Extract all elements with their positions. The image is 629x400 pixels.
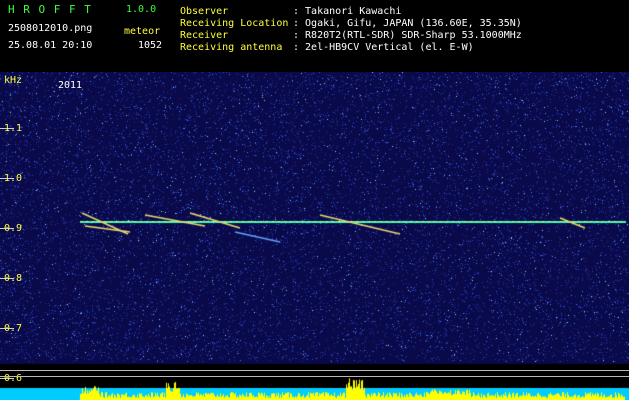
- y-axis-unit: kHz: [4, 75, 23, 86]
- location-label: Receiving Location: [180, 18, 289, 29]
- antenna-label: Receiving antenna: [180, 42, 283, 53]
- y-tick-label-3: 0.9: [4, 223, 23, 234]
- receiver-value: : R820T2(RTL-SDR) SDR-Sharp 53.1000MHz: [293, 30, 522, 41]
- separator-line: [0, 376, 629, 377]
- spectrogram-plot: kHz 2011 1.1 1.0 0.9 0.8 0.7 0.6: [0, 72, 629, 400]
- app-version: 1.0.0: [126, 4, 157, 15]
- frame-label: 2011: [58, 80, 83, 91]
- file-name: 2508012010.png: [8, 23, 93, 34]
- spectrogram-canvas: [0, 72, 629, 400]
- meteor-count: 1052: [138, 40, 163, 51]
- antenna-value: : 2el-HB9CV Vertical (el. E-W): [293, 42, 474, 53]
- y-tick-label-1: 1.1: [4, 123, 23, 134]
- mode-label: meteor: [124, 26, 161, 37]
- observer-value: : Takanori Kawachi: [293, 6, 402, 17]
- date-time: 25.08.01 20:10: [8, 40, 93, 51]
- receiver-label: Receiver: [180, 30, 229, 41]
- separator-line: [0, 370, 629, 371]
- observer-label: Observer: [180, 6, 229, 17]
- y-tick-label-4: 0.8: [4, 273, 23, 284]
- location-value: : Ogaki, Gifu, JAPAN (136.60E, 35.35N): [293, 18, 522, 29]
- app-name: H R O F F T: [8, 3, 92, 16]
- y-tick-label-2: 1.0: [4, 173, 23, 184]
- y-tick-label-5: 0.7: [4, 323, 23, 334]
- header-panel: H R O F F T 1.0.0 2508012010.png meteor …: [0, 0, 629, 72]
